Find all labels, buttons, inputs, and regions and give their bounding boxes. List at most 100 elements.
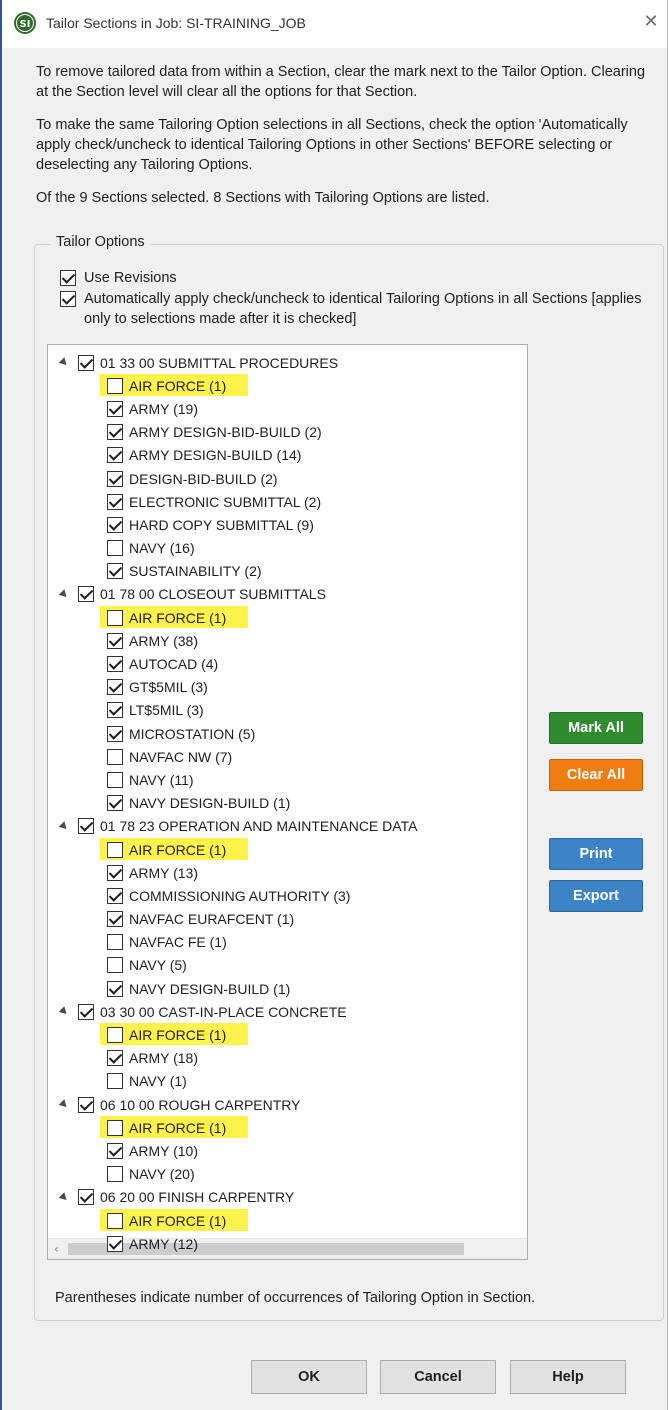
tree-option[interactable]: ELECTRONIC SUBMITTAL (2) bbox=[48, 490, 518, 513]
option-checkbox[interactable] bbox=[107, 493, 123, 510]
tree-option[interactable]: LT$5MIL (3) bbox=[48, 699, 518, 722]
auto-apply-label: Automatically apply check/uncheck to ide… bbox=[84, 291, 642, 327]
option-checkbox[interactable] bbox=[107, 377, 123, 394]
help-button[interactable]: Help bbox=[510, 1360, 626, 1394]
expand-arrow-icon[interactable] bbox=[58, 589, 70, 600]
option-checkbox[interactable] bbox=[107, 679, 123, 696]
tree-option[interactable]: AIR FORCE (1) bbox=[48, 374, 518, 397]
option-checkbox[interactable] bbox=[107, 1166, 123, 1183]
auto-apply-option[interactable]: Automatically apply check/uncheck to ide… bbox=[60, 289, 650, 329]
option-checkbox[interactable] bbox=[107, 470, 123, 487]
tree-section[interactable]: 01 78 23 OPERATION AND MAINTENANCE DATA bbox=[48, 815, 518, 838]
ok-button[interactable]: OK bbox=[251, 1360, 367, 1394]
cancel-button[interactable]: Cancel bbox=[380, 1360, 496, 1394]
tree-option[interactable]: SUSTAINABILITY (2) bbox=[48, 560, 518, 583]
section-checkbox[interactable] bbox=[78, 1189, 94, 1206]
option-checkbox[interactable] bbox=[107, 748, 123, 765]
use-revisions-checkbox[interactable] bbox=[60, 270, 76, 286]
tree-option[interactable]: ARMY (18) bbox=[48, 1047, 518, 1070]
option-checkbox[interactable] bbox=[107, 1027, 123, 1044]
sections-tree[interactable]: 01 33 00 SUBMITTAL PROCEDURES AIR FORCE (… bbox=[47, 344, 528, 1260]
option-checkbox[interactable] bbox=[107, 1050, 123, 1067]
tree-option[interactable]: NAVY (20) bbox=[48, 1163, 518, 1186]
tree-option[interactable]: GT$5MIL (3) bbox=[48, 676, 518, 699]
tree-option[interactable]: MICROSTATION (5) bbox=[48, 722, 518, 745]
option-checkbox[interactable] bbox=[107, 841, 123, 858]
tree-option[interactable]: ARMY DESIGN-BUILD (14) bbox=[48, 444, 518, 467]
tree-option[interactable]: ARMY DESIGN-BID-BUILD (2) bbox=[48, 421, 518, 444]
option-checkbox[interactable] bbox=[107, 1142, 123, 1159]
close-icon[interactable]: ✕ bbox=[639, 10, 663, 34]
expand-arrow-icon[interactable] bbox=[58, 1192, 70, 1203]
tree-option[interactable]: NAVY (11) bbox=[48, 768, 518, 791]
option-checkbox[interactable] bbox=[107, 702, 123, 719]
option-checkbox[interactable] bbox=[107, 1119, 123, 1136]
option-checkbox[interactable] bbox=[107, 1258, 123, 1259]
tree-option[interactable]: AIR FORCE (1) bbox=[48, 1116, 518, 1139]
section-checkbox[interactable] bbox=[78, 1096, 94, 1113]
tree-option[interactable]: ARMY (13) bbox=[48, 861, 518, 884]
use-revisions-option[interactable]: Use Revisions bbox=[60, 268, 650, 288]
tree-option[interactable]: NAVY DESIGN-BUILD (1) bbox=[48, 977, 518, 1000]
option-checkbox[interactable] bbox=[107, 609, 123, 626]
tree-option[interactable]: AIR FORCE (1) bbox=[48, 837, 518, 861]
tree-option[interactable]: AUTOCAD (4) bbox=[48, 652, 518, 675]
option-checkbox[interactable] bbox=[107, 1235, 123, 1252]
option-checkbox[interactable] bbox=[107, 771, 123, 788]
section-checkbox[interactable] bbox=[78, 818, 94, 835]
tree-option[interactable]: NAVFAC FE (1) bbox=[48, 931, 518, 954]
expand-arrow-icon[interactable] bbox=[58, 357, 70, 368]
option-checkbox[interactable] bbox=[107, 516, 123, 533]
tree-option[interactable]: ARMY (19) bbox=[48, 397, 518, 420]
option-checkbox[interactable] bbox=[107, 795, 123, 812]
tree-option[interactable]: ARMY (38) bbox=[48, 629, 518, 652]
option-checkbox[interactable] bbox=[107, 632, 123, 649]
tree-section[interactable]: 06 20 00 FINISH CARPENTRY bbox=[48, 1186, 518, 1209]
option-checkbox[interactable] bbox=[107, 1073, 123, 1090]
tree-option[interactable]: NAVFAC EURAFCENT (1) bbox=[48, 908, 518, 931]
option-checkbox[interactable] bbox=[107, 887, 123, 904]
section-checkbox[interactable] bbox=[78, 586, 94, 603]
option-checkbox[interactable] bbox=[107, 980, 123, 997]
expand-arrow-icon[interactable] bbox=[58, 1006, 70, 1018]
tree-option[interactable]: COMMISSIONING AUTHORITY (3) bbox=[48, 884, 518, 907]
tree-option[interactable]: NAVY DESIGN-BUILD (1) bbox=[48, 792, 518, 815]
option-checkbox[interactable] bbox=[107, 934, 123, 951]
scroll-thumb[interactable] bbox=[68, 1243, 464, 1255]
option-checkbox[interactable] bbox=[107, 1212, 123, 1229]
tree-option[interactable]: DESIGN-BID-BUILD (2) bbox=[48, 467, 518, 490]
tree-section[interactable]: 01 78 00 CLOSEOUT SUBMITTALS bbox=[48, 583, 518, 606]
tree-option[interactable]: HARD COPY SUBMITTAL (9) bbox=[48, 513, 518, 536]
option-checkbox[interactable] bbox=[107, 864, 123, 881]
option-checkbox[interactable] bbox=[107, 656, 123, 673]
tree-section[interactable]: 03 30 00 CAST-IN-PLACE CONCRETE bbox=[48, 1000, 518, 1023]
tree-option[interactable]: AIR FORCE (1) bbox=[48, 1023, 518, 1046]
expand-arrow-icon[interactable] bbox=[58, 821, 70, 832]
option-checkbox[interactable] bbox=[107, 424, 123, 441]
option-checkbox[interactable] bbox=[107, 540, 123, 557]
auto-apply-checkbox[interactable] bbox=[60, 291, 76, 307]
tree-option[interactable]: AIR FORCE (1) bbox=[48, 1208, 518, 1232]
tree-section[interactable]: 01 33 00 SUBMITTAL PROCEDURES bbox=[48, 351, 518, 374]
tree-option[interactable]: AIR FORCE (1) bbox=[48, 606, 518, 629]
option-checkbox[interactable] bbox=[107, 957, 123, 974]
section-checkbox[interactable] bbox=[78, 1003, 94, 1020]
expand-arrow-icon[interactable] bbox=[58, 1099, 70, 1110]
print-button[interactable]: Print bbox=[549, 838, 643, 870]
export-button[interactable]: Export bbox=[549, 880, 643, 912]
tree-option[interactable]: NAVY (5) bbox=[48, 954, 518, 977]
option-checkbox[interactable] bbox=[107, 447, 123, 464]
option-checkbox[interactable] bbox=[107, 563, 123, 580]
option-checkbox[interactable] bbox=[107, 725, 123, 742]
tree-option[interactable]: NAVY (16) bbox=[48, 537, 518, 560]
option-checkbox[interactable] bbox=[107, 911, 123, 928]
tree-option[interactable]: ARMY (10) bbox=[48, 1139, 518, 1162]
section-checkbox[interactable] bbox=[78, 354, 94, 371]
tree-section[interactable]: 06 10 00 ROUGH CARPENTRY bbox=[48, 1093, 518, 1116]
tree-option[interactable]: NAVFAC NW (7) bbox=[48, 745, 518, 768]
clear-all-button[interactable]: Clear All bbox=[549, 759, 643, 791]
option-checkbox[interactable] bbox=[107, 400, 123, 417]
scroll-left-icon[interactable]: ‹ bbox=[54, 1242, 59, 1256]
tree-option[interactable]: NAVY (1) bbox=[48, 1070, 518, 1093]
mark-all-button[interactable]: Mark All bbox=[549, 712, 643, 744]
